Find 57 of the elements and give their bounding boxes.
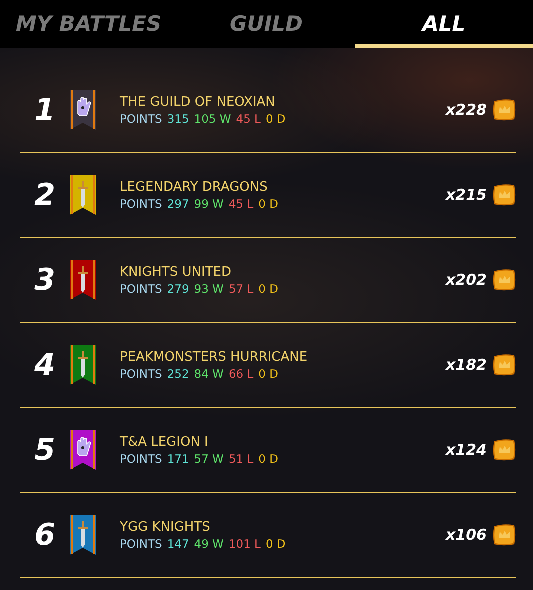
draws-count: 0 D <box>266 536 286 550</box>
losses-count: 51 L <box>228 452 254 466</box>
reward-count: x202 <box>446 271 487 289</box>
points-label: POINTS <box>120 196 162 210</box>
tab[interactable]: GUILD <box>178 0 356 48</box>
crown-token-icon <box>493 99 516 121</box>
losses-count: 66 L <box>228 366 254 380</box>
draws-count: 0 D <box>258 282 278 296</box>
crown-token-icon <box>493 524 516 546</box>
wins-count: 93 W <box>194 282 224 296</box>
draws-count: 0 D <box>266 112 286 126</box>
guild-name: YGG KNIGHTS <box>120 520 212 534</box>
losses-count: 45 L <box>236 112 261 126</box>
losses-count: 57 L <box>228 282 254 296</box>
points-value: 171 <box>167 452 190 466</box>
wins-count: 105 W <box>194 112 232 126</box>
draws-count: 0 D <box>258 366 278 380</box>
crown-token-icon <box>493 269 516 291</box>
guild-name: KNIGHTS UNITED <box>120 264 232 280</box>
draws-count: 0 D <box>258 196 278 210</box>
points-value: 252 <box>167 366 190 380</box>
guild-name: PEAKMONSTERS HURRICANE <box>120 350 309 364</box>
crown-token-icon <box>493 184 516 206</box>
reward-count: x215 <box>446 186 487 204</box>
points-value: 315 <box>167 112 190 126</box>
points-value: 279 <box>167 282 190 296</box>
guild-name: T&A LEGION I <box>120 434 210 450</box>
points-label: POINTS <box>120 282 162 296</box>
guild-name: LEGENDARY DRAGONS <box>120 180 269 194</box>
reward-count: x106 <box>446 526 487 544</box>
draws-count: 0 D <box>258 452 278 466</box>
reward-count: x228 <box>446 101 487 119</box>
rank-number: 5 <box>34 432 56 468</box>
guild-name: THE GUILD OF NEOXIAN <box>120 94 276 110</box>
rank-number: 4 <box>34 348 56 382</box>
wins-count: 57 W <box>194 452 224 466</box>
points-value: 147 <box>167 536 190 550</box>
rank-number: 1 <box>34 92 56 128</box>
tab[interactable]: ALL <box>355 0 533 48</box>
tab[interactable]: MY BATTLES <box>0 0 178 48</box>
points-label: POINTS <box>120 452 162 466</box>
wins-count: 99 W <box>194 196 224 210</box>
points-label: POINTS <box>120 536 162 550</box>
rank-number: 3 <box>34 262 56 298</box>
reward-count: x124 <box>446 441 487 459</box>
rank-number: 2 <box>34 178 56 212</box>
points-label: POINTS <box>120 112 162 126</box>
losses-count: 101 L <box>228 536 261 550</box>
crown-token-icon <box>493 354 516 376</box>
reward-count: x182 <box>446 356 487 374</box>
wins-count: 84 W <box>194 366 224 380</box>
points-label: POINTS <box>120 366 162 380</box>
rank-number: 6 <box>34 518 56 552</box>
points-value: 297 <box>167 196 190 210</box>
losses-count: 45 L <box>228 196 254 210</box>
wins-count: 49 W <box>194 536 224 550</box>
crown-token-icon <box>493 439 516 461</box>
